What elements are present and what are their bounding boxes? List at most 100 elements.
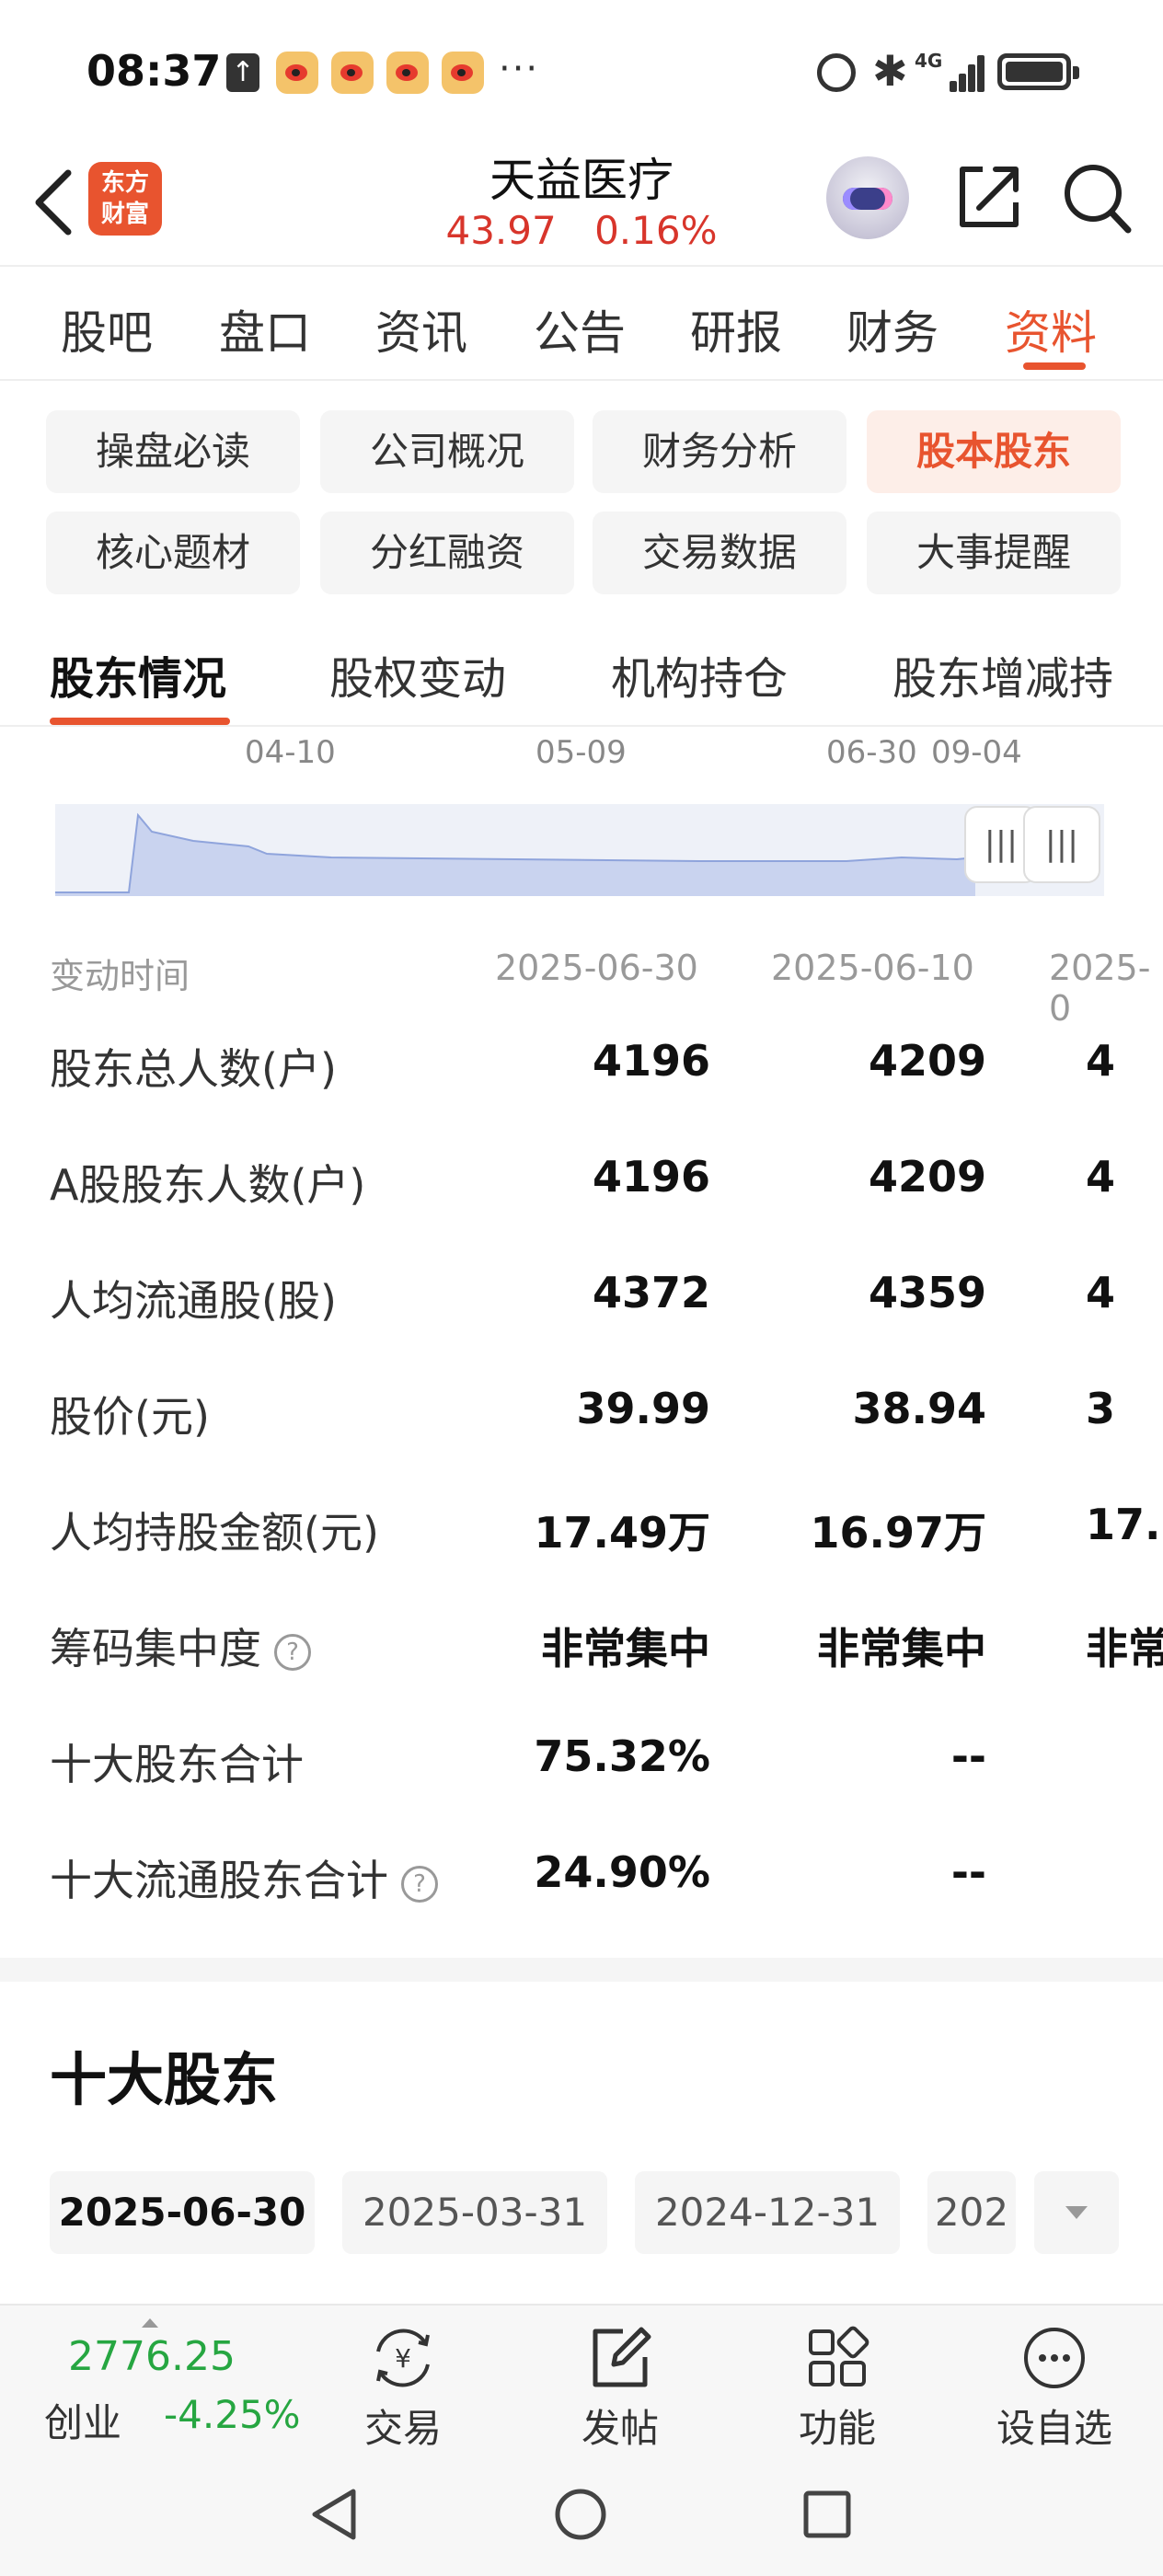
date-chip[interactable]: 2024-12-31 [635, 2171, 900, 2254]
post-button[interactable]: 发帖 [537, 2315, 703, 2453]
date-chip[interactable]: 202 [927, 2171, 1016, 2254]
row-label-text: 十大股东合计 [50, 1740, 304, 1789]
back-icon[interactable] [28, 166, 83, 239]
chip-core-themes[interactable]: 核心题材 [46, 512, 300, 594]
tab-pankou[interactable]: 盘口 [219, 296, 311, 362]
tab-shareholder-trades[interactable]: 股东增减持 [892, 642, 1113, 707]
nav-recents-icon[interactable] [799, 2486, 856, 2543]
chip-shareholders[interactable]: 股本股东 [867, 410, 1121, 493]
chart-tick-label: 04-10 [245, 734, 336, 771]
add-watchlist-button[interactable]: 设自选 [972, 2315, 1137, 2453]
chip-events[interactable]: 大事提醒 [867, 512, 1121, 594]
stock-change: 0.16% [594, 208, 718, 253]
alarm-icon [817, 53, 856, 92]
tab-institutional-holdings[interactable]: 机构持仓 [611, 642, 788, 707]
table-row-label: 十大流通股东合计? [50, 1847, 438, 1908]
chart-tick-label: 09-04 [931, 734, 1022, 771]
svg-text:¥: ¥ [395, 2343, 411, 2374]
functions-label: 功能 [798, 2406, 876, 2451]
top10-title: 十大股东 [50, 2046, 279, 2113]
table-cell: 17.49万 [534, 1508, 710, 1558]
active-tab-indicator [1023, 362, 1086, 370]
table-column-date[interactable]: 2025-06-30 [495, 948, 698, 988]
tab-equity-changes[interactable]: 股权变动 [329, 642, 506, 707]
table-cell: 非常集中 [817, 1624, 986, 1673]
status-bar: 08:37 ↑ ··· ✱ 4G [0, 0, 1163, 138]
chart-tick-label: 06-30 [826, 734, 917, 771]
table-cell: 非常集中 [541, 1624, 710, 1673]
add-watchlist-label: 设自选 [996, 2406, 1112, 2451]
table-cell: 非常 [1086, 1624, 1163, 1673]
date-chip[interactable]: 2025-03-31 [342, 2171, 607, 2254]
tab-guba[interactable]: 股吧 [61, 296, 153, 362]
bluetooth-icon: ✱ [872, 46, 908, 96]
table-cell: 4 [1086, 1268, 1116, 1317]
share-icon[interactable] [951, 160, 1025, 234]
nav-home-icon[interactable] [552, 2486, 609, 2543]
table-column-date[interactable]: 2025-0 [1049, 948, 1163, 1029]
table-cell: 24.90% [534, 1847, 710, 1897]
weibo-icon [442, 52, 484, 94]
chip-dividends-financing[interactable]: 分红融资 [320, 512, 574, 594]
tab-shareholder-status[interactable]: 股东情况 [50, 642, 226, 707]
range-chart-area[interactable] [55, 804, 1104, 896]
table-cell: 4 [1086, 1036, 1116, 1086]
table-cell: 4 [1086, 1152, 1116, 1202]
edit-icon [593, 2327, 651, 2387]
range-chart: 04-10 05-09 06-30 09-04 ||| ||| [0, 727, 1163, 911]
chip-company-overview[interactable]: 公司概况 [320, 410, 574, 493]
table-cell: 3 [1086, 1384, 1116, 1433]
tab-finance[interactable]: 财务 [846, 296, 938, 362]
more-notifications-icon: ··· [499, 48, 540, 90]
table-row-label: 股东总人数(户) [50, 1036, 337, 1097]
trade-icon: ¥ [376, 2329, 430, 2387]
trade-button[interactable]: ¥ 交易 [320, 2315, 486, 2453]
row-label-text: 股东总人数(户) [50, 1044, 337, 1094]
bottom-bar: 2776.25 创业 -4.25% ¥ 交易 发帖 功能 设自选 [0, 2304, 1163, 2451]
index-value: 2776.25 [68, 2333, 236, 2380]
weibo-icon [386, 52, 429, 94]
search-icon[interactable] [1060, 158, 1134, 236]
row-label-text: A股股东人数(户) [50, 1160, 366, 1210]
section-divider [0, 1958, 1163, 1982]
index-ticker[interactable]: 2776.25 创业 -4.25% [0, 2306, 313, 2453]
table-cell: 39.99 [576, 1384, 710, 1433]
signal-icon [929, 52, 985, 92]
index-name: 创业 [44, 2400, 122, 2445]
table-cell: 4196 [592, 1036, 710, 1086]
table-cell: 4372 [592, 1268, 710, 1317]
tab-research[interactable]: 研报 [690, 296, 782, 362]
date-dropdown-button[interactable] [1034, 2171, 1119, 2254]
table-row-label: 股价(元) [50, 1384, 210, 1444]
chip-financial-analysis[interactable]: 财务分析 [593, 410, 846, 493]
app-logo[interactable]: 东方 财富 [88, 162, 162, 236]
system-nav-bar [0, 2451, 1163, 2576]
table-column-date[interactable]: 2025-06-10 [771, 948, 974, 988]
chip-trading-data[interactable]: 交易数据 [593, 512, 846, 594]
table-cell: 4196 [592, 1152, 710, 1202]
table-cell: 4209 [868, 1152, 986, 1202]
tab-announcements[interactable]: 公告 [534, 296, 626, 362]
tab-profile[interactable]: 资料 [1005, 296, 1097, 362]
tab-news[interactable]: 资讯 [375, 296, 467, 362]
date-chip[interactable]: 2025-06-30 [50, 2171, 315, 2254]
table-cell: 16.97万 [810, 1508, 986, 1558]
index-change: -4.25% [164, 2392, 301, 2437]
stock-name: 天益医疗 [489, 154, 674, 207]
help-icon[interactable]: ? [401, 1865, 438, 1903]
nav-back-icon[interactable] [307, 2486, 364, 2543]
help-icon[interactable]: ? [274, 1633, 311, 1671]
table-row-label: 人均持股金额(元) [50, 1500, 379, 1560]
section-tabs: 股东情况 股权变动 机构持仓 股东增减持 [0, 618, 1163, 727]
table-cell: 4359 [868, 1268, 986, 1317]
row-label-text: 十大流通股东合计 [50, 1856, 388, 1905]
chart-tick-label: 05-09 [535, 734, 627, 771]
table-header-label: 变动时间 [50, 956, 190, 996]
chip-trading-guide[interactable]: 操盘必读 [46, 410, 300, 493]
functions-button[interactable]: 功能 [754, 2315, 920, 2453]
stock-quote: 43.97 0.16% [368, 208, 795, 253]
range-handle-right[interactable]: ||| [1023, 806, 1100, 883]
ai-assistant-avatar[interactable] [826, 156, 909, 239]
table-cell: -- [950, 1847, 986, 1897]
trade-label: 交易 [363, 2406, 442, 2451]
